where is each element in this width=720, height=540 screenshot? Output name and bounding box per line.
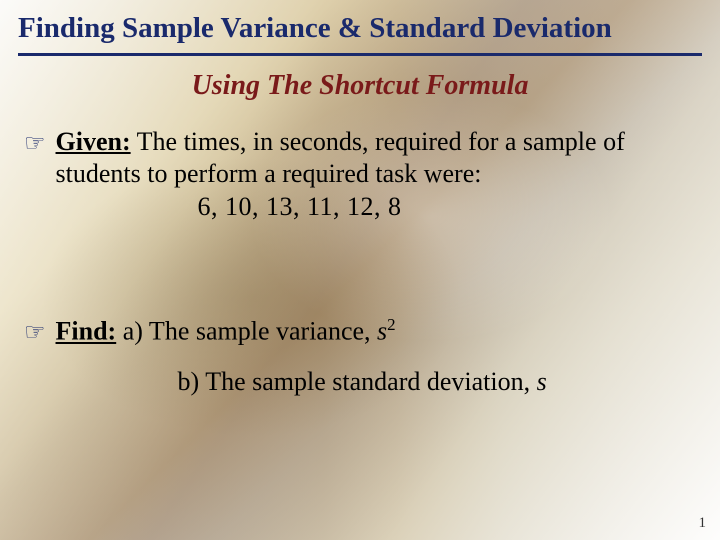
slide-title: Finding Sample Variance & Standard Devia… xyxy=(18,10,702,51)
slide: Finding Sample Variance & Standard Devia… xyxy=(0,0,720,540)
given-text: Given: The times, in seconds, required f… xyxy=(56,126,702,223)
find-item: ☞ Find: a) The sample variance, s2 b) Th… xyxy=(18,315,702,397)
find-a-symbol: s xyxy=(377,317,387,346)
body: ☞ Given: The times, in seconds, required… xyxy=(18,126,702,397)
given-body: The times, in seconds, required for a sa… xyxy=(56,127,625,188)
hand-point-icon: ☞ xyxy=(24,128,46,160)
given-label: Given: xyxy=(56,127,131,156)
find-label: Find: xyxy=(56,317,117,346)
find-b-symbol: s xyxy=(537,367,547,396)
find-b: b) The sample standard deviation, s xyxy=(178,366,702,398)
find-b-prefix: b) The sample standard deviation, xyxy=(178,367,537,396)
slide-subtitle: Using The Shortcut Formula xyxy=(18,70,702,102)
find-a-prefix: a) The sample variance, xyxy=(116,317,377,346)
hand-point-icon: ☞ xyxy=(24,317,46,349)
find-a-sup: 2 xyxy=(387,315,395,334)
find-text: Find: a) The sample variance, s2 b) The … xyxy=(56,315,702,397)
title-rule xyxy=(18,53,702,56)
given-item: ☞ Given: The times, in seconds, required… xyxy=(18,126,702,223)
given-data: 6, 10, 13, 11, 12, 8 xyxy=(56,191,702,223)
page-number: 1 xyxy=(699,515,707,532)
